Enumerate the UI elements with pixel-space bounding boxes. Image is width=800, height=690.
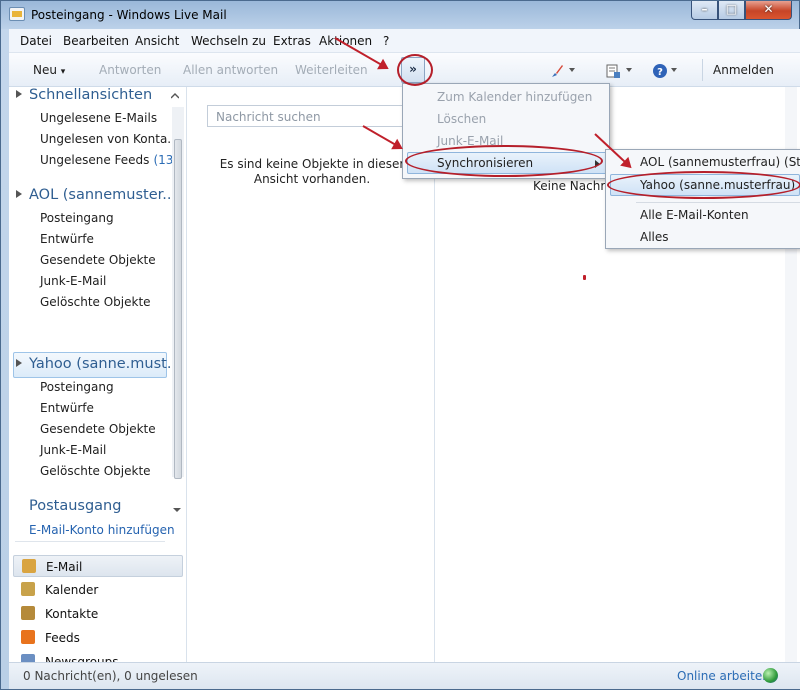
nav-feeds[interactable]: Feeds — [13, 627, 183, 649]
new-button[interactable]: Neu ▾ — [33, 63, 65, 77]
yahoo-folder-drafts[interactable]: Entwürfe — [40, 401, 94, 415]
windows-live-mail-icon — [9, 7, 25, 21]
sync-all-accounts[interactable]: Alle E-Mail-Konten — [640, 208, 749, 222]
annotation-circle-synchronize — [405, 145, 603, 177]
menu-datei[interactable]: Datei — [20, 34, 52, 48]
yahoo-folder-sent[interactable]: Gesendete Objekte — [40, 422, 156, 436]
expand-triangle-icon[interactable] — [16, 359, 22, 367]
aol-account-title: AOL (sannemuster... — [29, 187, 177, 203]
menu-aktionen[interactable]: Aktionen — [319, 34, 372, 48]
aol-folder-junk[interactable]: Junk-E-Mail — [40, 274, 106, 288]
menu-extras[interactable]: Extras — [273, 34, 311, 48]
message-list: Nachricht suchen Es sind keine Objekte i… — [187, 87, 435, 662]
menu-wechseln-zu[interactable]: Wechseln zu — [191, 34, 266, 48]
yahoo-account-title: Yahoo (sanne.must... — [29, 356, 181, 372]
menu-bearbeiten[interactable]: Bearbeiten — [63, 34, 129, 48]
application-window: Posteingang - Windows Live Mail – □ ✕ Da… — [0, 0, 800, 690]
aol-folder-inbox[interactable]: Posteingang — [40, 211, 114, 225]
online-status[interactable]: Online arbeiten — [677, 669, 770, 683]
menu-bar: Datei Bearbeiten Ansicht Wechseln zu Ext… — [9, 29, 800, 53]
quick-view-unread-feeds[interactable]: Ungelesene Feeds (13) — [40, 153, 178, 167]
nav-calendar[interactable]: Kalender — [13, 579, 183, 601]
sign-in-button[interactable]: Anmelden — [713, 63, 774, 77]
chevron-down-icon[interactable] — [569, 68, 575, 73]
annotation-circle-yahoo — [607, 171, 800, 199]
nav-email[interactable]: E-Mail — [13, 555, 183, 577]
annotation-dot — [583, 275, 586, 280]
quick-view-unread-contacts[interactable]: Ungelesen von Konta... — [40, 132, 179, 146]
rss-icon — [21, 630, 35, 644]
quick-view-unread-mails[interactable]: Ungelesene E-Mails — [40, 111, 157, 125]
annotation-circle-overflow — [397, 54, 433, 86]
folder-pane: Schnellansichten Ungelesene E-Mails Unge… — [9, 87, 187, 669]
forward-button[interactable]: Weiterleiten — [295, 63, 368, 77]
search-placeholder: Nachricht suchen — [216, 110, 321, 124]
document-view-icon[interactable] — [605, 63, 621, 79]
maximize-icon: □ — [725, 2, 738, 16]
calendar-icon — [21, 582, 35, 596]
contacts-icon — [21, 606, 35, 620]
globe-icon — [763, 668, 778, 683]
folder-scrollbar-thumb[interactable] — [174, 139, 182, 479]
expand-triangle-icon[interactable] — [16, 90, 22, 98]
toolbar-separator — [702, 59, 703, 81]
yahoo-folder-deleted[interactable]: Gelöschte Objekte — [40, 464, 151, 478]
reply-button[interactable]: Antworten — [99, 63, 161, 77]
menu-add-to-calendar[interactable]: Zum Kalender hinzufügen — [437, 90, 592, 104]
message-count-status: 0 Nachricht(en), 0 ungelesen — [23, 669, 198, 683]
submenu-separator — [636, 202, 800, 203]
chevron-down-icon[interactable] — [671, 68, 677, 73]
title-bar[interactable]: Posteingang - Windows Live Mail – □ ✕ — [1, 1, 799, 29]
sidebar-divider — [15, 541, 165, 542]
help-icon[interactable]: ? — [652, 63, 668, 79]
status-bar: 0 Nachricht(en), 0 ungelesen Online arbe… — [9, 662, 800, 689]
yahoo-account-header[interactable]: Yahoo (sanne.must... — [15, 356, 181, 372]
yahoo-folder-junk[interactable]: Junk-E-Mail — [40, 443, 106, 457]
paintbrush-icon[interactable] — [549, 63, 565, 79]
expand-triangle-icon[interactable] — [16, 190, 22, 198]
reply-all-button[interactable]: Allen antworten — [183, 63, 278, 77]
sync-everything[interactable]: Alles — [640, 230, 669, 244]
minimize-icon: – — [701, 2, 708, 16]
yahoo-folder-inbox[interactable]: Posteingang — [40, 380, 114, 394]
empty-view-message: Es sind keine Objekte in dieser Ansicht … — [219, 157, 405, 186]
aol-folder-deleted[interactable]: Gelöschte Objekte — [40, 295, 151, 309]
outbox-folder[interactable]: Postausgang — [29, 498, 121, 514]
add-email-account-link[interactable]: E-Mail-Konto hinzufügen — [29, 523, 175, 537]
collapse-icon[interactable] — [171, 93, 179, 99]
chevron-down-icon[interactable] — [626, 68, 632, 73]
aol-folder-sent[interactable]: Gesendete Objekte — [40, 253, 156, 267]
maximize-button[interactable]: □ — [718, 1, 745, 20]
quick-views-header[interactable]: Schnellansichten — [15, 87, 152, 103]
minimize-button[interactable]: – — [691, 1, 718, 20]
svg-text:?: ? — [657, 67, 663, 78]
menu-help[interactable]: ? — [383, 34, 389, 48]
aol-folder-drafts[interactable]: Entwürfe — [40, 232, 94, 246]
window-title: Posteingang - Windows Live Mail — [31, 8, 227, 22]
menu-ansicht[interactable]: Ansicht — [135, 34, 179, 48]
menu-delete[interactable]: Löschen — [437, 112, 486, 126]
message-search-input[interactable]: Nachricht suchen — [207, 105, 407, 127]
chevron-down-icon[interactable] — [173, 508, 181, 513]
nav-contacts[interactable]: Kontakte — [13, 603, 183, 625]
new-button-label: Neu — [33, 63, 57, 77]
close-icon: ✕ — [763, 2, 774, 16]
sync-aol-account[interactable]: AOL (sannemusterfrau) (Standard) — [640, 155, 800, 169]
quick-views-title: Schnellansichten — [29, 87, 153, 103]
close-button[interactable]: ✕ — [745, 1, 792, 20]
aol-account-header[interactable]: AOL (sannemuster... — [15, 187, 176, 203]
chevron-down-icon: ▾ — [60, 67, 66, 77]
mail-icon — [22, 559, 36, 573]
